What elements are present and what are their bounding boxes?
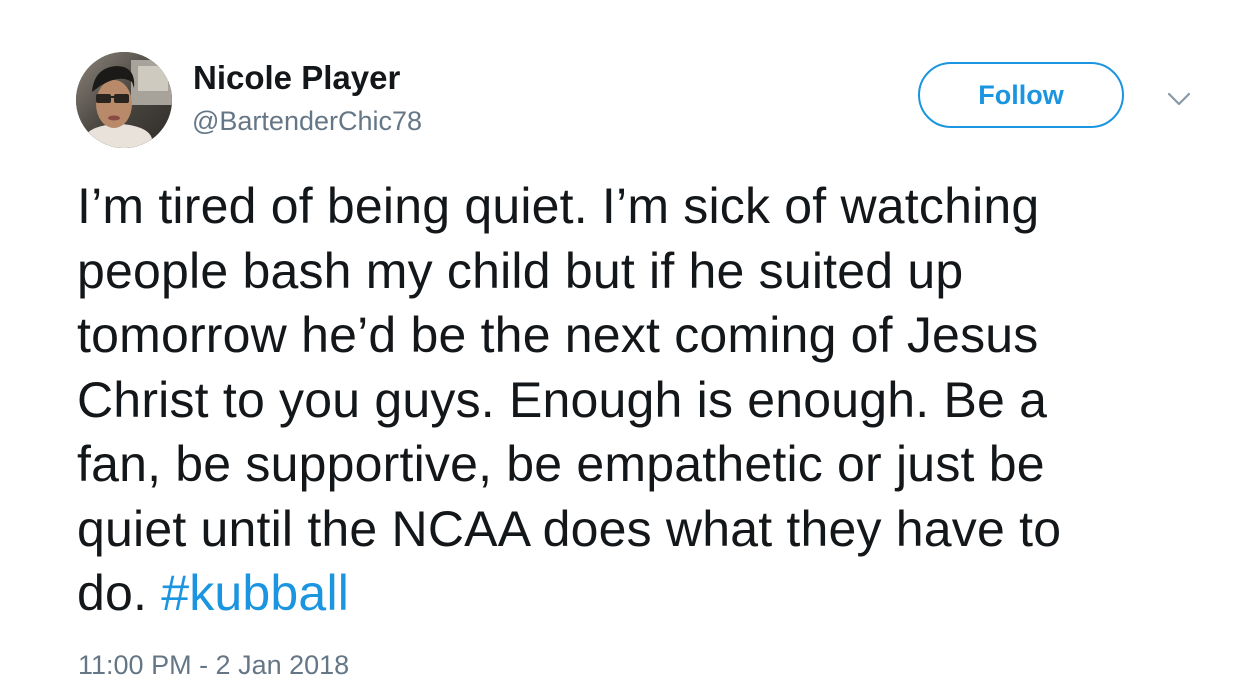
tweet-text-line: people bash my child but if he suited up bbox=[77, 242, 964, 299]
tweet-menu-button[interactable] bbox=[1164, 84, 1194, 114]
hashtag-link[interactable]: #kubball bbox=[161, 565, 349, 621]
tweet-text-line: tomorrow he’d be the next coming of Jesu… bbox=[77, 307, 1039, 363]
user-handle[interactable]: @BartenderChic78 bbox=[192, 104, 422, 138]
tweet-text-line: I’m tired of being quiet. I’m sick of wa… bbox=[77, 178, 1040, 234]
display-name[interactable]: Nicole Player bbox=[193, 58, 400, 98]
timestamp-link[interactable]: 11:00 PM - 2 Jan 2018 bbox=[78, 650, 349, 680]
timestamp: 11:00 PM - 2 Jan 2018 bbox=[78, 648, 349, 682]
tweet-text-line: quiet until the NCAA does what they have… bbox=[77, 500, 1062, 557]
tweet-text-line: fan, be supportive, be empathetic or jus… bbox=[77, 436, 1045, 492]
avatar[interactable] bbox=[76, 52, 172, 148]
chevron-down-icon bbox=[1167, 92, 1191, 106]
tweet-text-last-line: do. #kubball bbox=[77, 561, 1227, 626]
avatar-photo bbox=[76, 52, 172, 148]
tweet-text: I’m tired of being quiet. I’m sick of wa… bbox=[77, 174, 1227, 626]
follow-button[interactable]: Follow bbox=[918, 62, 1124, 128]
tweet-text-line: Christ to you guys. Enough is enough. Be… bbox=[77, 371, 1048, 428]
tweet-card: Nicole Player @BartenderChic78 Follow I’… bbox=[0, 0, 1260, 696]
tweet-text-fragment: do. bbox=[77, 565, 162, 621]
